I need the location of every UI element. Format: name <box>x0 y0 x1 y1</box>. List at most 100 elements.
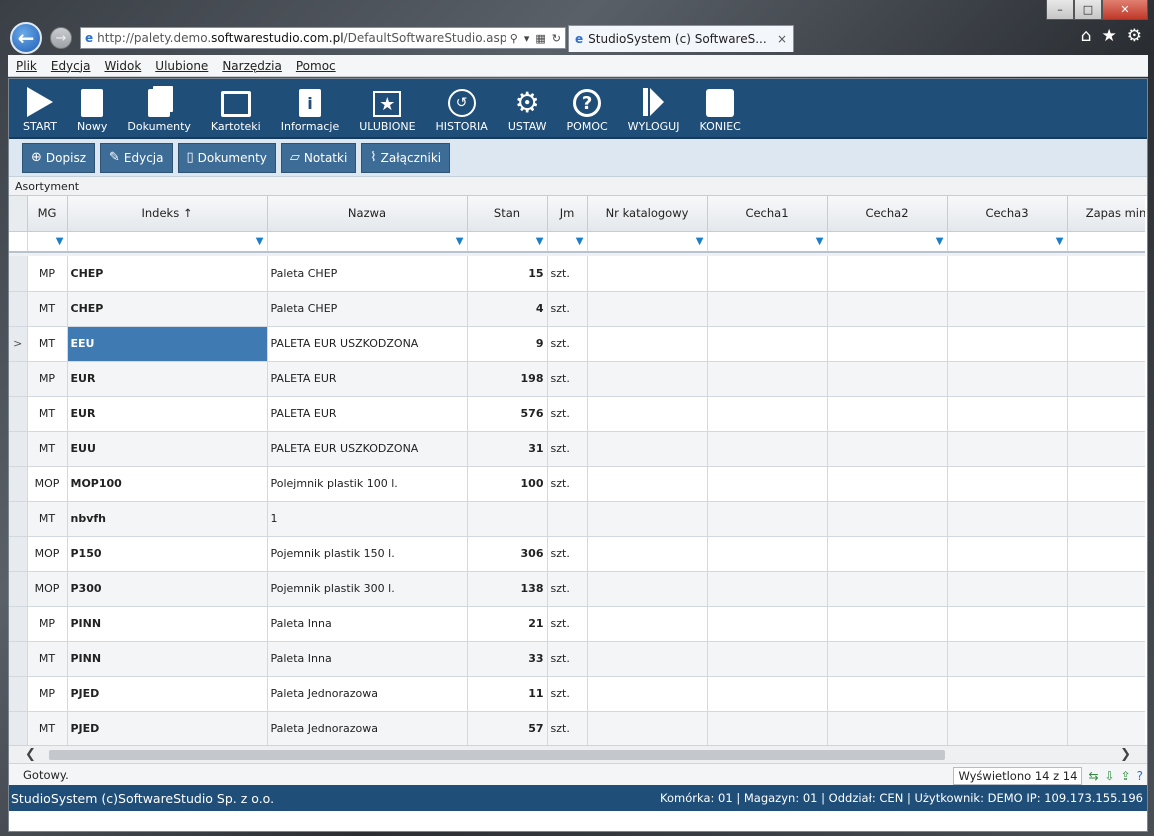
cell-cecha2[interactable] <box>827 466 948 502</box>
cell-indeks[interactable]: nbvfh <box>67 501 268 537</box>
toolbar-historia-button[interactable]: ↺ HISTORIA <box>426 79 498 137</box>
cell-cecha1[interactable] <box>707 571 828 607</box>
toolbar-koniec-button[interactable]: KONIEC <box>689 79 750 137</box>
dropdown-icon[interactable]: ▾ <box>524 32 530 45</box>
cell-cecha3[interactable] <box>947 641 1068 677</box>
back-button[interactable]: ← <box>10 22 42 54</box>
cell-zapas-min[interactable] <box>1067 466 1145 502</box>
cell-cecha1[interactable] <box>707 501 828 537</box>
cell-nazwa[interactable]: PALETA EUR USZKODZONA <box>267 431 468 467</box>
filter-cell[interactable]: ▼ <box>27 231 68 253</box>
cell-nazwa[interactable]: Pojemnik plastik 300 l. <box>267 571 468 607</box>
tab-close-icon[interactable]: × <box>777 32 787 46</box>
cell-cecha2[interactable] <box>827 606 948 642</box>
cell-jm[interactable]: szt. <box>547 361 588 397</box>
toolbar-dokumenty-button[interactable]: Dokumenty <box>117 79 200 137</box>
cell-nazwa[interactable]: Paleta CHEP <box>267 291 468 327</box>
column-header-mg[interactable]: MG <box>27 196 68 232</box>
row-selector[interactable] <box>9 641 28 677</box>
row-selector[interactable] <box>9 676 28 712</box>
column-header-nr-katalogowy[interactable]: Nr katalogowy <box>587 196 708 232</box>
filter-cell[interactable]: ▼ <box>267 231 468 253</box>
row-selector[interactable] <box>9 536 28 572</box>
row-selector[interactable] <box>9 466 28 502</box>
maximize-button[interactable]: □ <box>1074 0 1102 20</box>
cell-nr-katalogowy[interactable] <box>587 466 708 502</box>
table-row[interactable]: MT EUU PALETA EUR USZKODZONA 31 szt. <box>9 431 1145 467</box>
cell-nazwa[interactable]: Pojemnik plastik 150 l. <box>267 536 468 572</box>
zalaczniki-button[interactable]: ⌇ Załączniki <box>361 142 451 173</box>
cell-zapas-min[interactable] <box>1067 361 1145 397</box>
cell-cecha2[interactable] <box>827 501 948 537</box>
cell-stan[interactable]: 576 <box>467 396 548 432</box>
cell-zapas-min[interactable] <box>1067 641 1145 677</box>
row-selector[interactable]: > <box>9 326 28 362</box>
row-selector[interactable] <box>9 711 28 745</box>
cell-stan[interactable]: 11 <box>467 676 548 712</box>
table-row[interactable]: MP EUR PALETA EUR 198 szt. <box>9 361 1145 397</box>
help-small-icon[interactable]: ? <box>1137 769 1143 783</box>
filter-cell[interactable]: ▼ <box>947 231 1068 253</box>
table-row[interactable]: > MT EEU PALETA EUR USZKODZONA 9 szt. <box>9 326 1145 362</box>
toolbar-pomoc-button[interactable]: ? POMOC <box>557 79 618 137</box>
cell-indeks[interactable]: PJED <box>67 711 268 745</box>
cell-cecha3[interactable] <box>947 676 1068 712</box>
refresh-arrows-icon[interactable]: ⇆ <box>1088 769 1098 783</box>
toolbar-ustaw-button[interactable]: ⚙ USTAW <box>498 79 557 137</box>
horizontal-scrollbar[interactable]: ❮ ❯ <box>9 745 1147 763</box>
cell-zapas-min[interactable] <box>1067 431 1145 467</box>
cell-jm[interactable] <box>547 501 588 537</box>
favorites-icon[interactable]: ★ <box>1102 26 1117 46</box>
row-selector[interactable] <box>9 571 28 607</box>
column-header-nazwa[interactable]: Nazwa <box>267 196 468 232</box>
address-bar[interactable]: e http://palety.demo.softwarestudio.com.… <box>80 27 566 49</box>
toolbar-start-button[interactable]: START <box>13 79 67 137</box>
cell-zapas-min[interactable] <box>1067 536 1145 572</box>
filter-cell[interactable]: ▼ <box>587 231 708 253</box>
refresh-icon[interactable]: ↻ <box>552 32 561 45</box>
cell-cecha3[interactable] <box>947 291 1068 327</box>
filter-icon[interactable]: ▼ <box>936 236 944 247</box>
filter-icon[interactable]: ▼ <box>56 236 64 247</box>
cell-cecha3[interactable] <box>947 571 1068 607</box>
toolbar-informacje-button[interactable]: i Informacje <box>271 79 349 137</box>
cell-cecha2[interactable] <box>827 361 948 397</box>
cell-indeks[interactable]: EUR <box>67 361 268 397</box>
scroll-right-icon[interactable]: ❯ <box>1120 747 1131 762</box>
toolbar-nowy-button[interactable]: Nowy <box>67 79 117 137</box>
cell-indeks[interactable]: EUR <box>67 396 268 432</box>
cell-indeks[interactable]: PINN <box>67 641 268 677</box>
cell-nazwa[interactable]: Paleta Inna <box>267 641 468 677</box>
cell-nazwa[interactable]: Paleta CHEP <box>267 256 468 292</box>
cell-jm[interactable]: szt. <box>547 326 588 362</box>
dopisz-button[interactable]: ⊕ Dopisz <box>22 142 95 173</box>
toolbar-wyloguj-button[interactable]: WYLOGUJ <box>618 79 690 137</box>
cell-nr-katalogowy[interactable] <box>587 676 708 712</box>
cell-cecha3[interactable] <box>947 361 1068 397</box>
cell-nazwa[interactable]: PALETA EUR <box>267 396 468 432</box>
cell-nr-katalogowy[interactable] <box>587 431 708 467</box>
cell-indeks[interactable]: P300 <box>67 571 268 607</box>
cell-cecha1[interactable] <box>707 326 828 362</box>
cell-jm[interactable]: szt. <box>547 571 588 607</box>
cell-stan[interactable]: 33 <box>467 641 548 677</box>
cell-mg[interactable]: MT <box>27 501 68 537</box>
cell-cecha1[interactable] <box>707 536 828 572</box>
cell-nr-katalogowy[interactable] <box>587 326 708 362</box>
column-header-cecha2[interactable]: Cecha2 <box>827 196 948 232</box>
cell-zapas-min[interactable] <box>1067 711 1145 745</box>
cell-cecha3[interactable] <box>947 711 1068 745</box>
cell-zapas-min[interactable] <box>1067 326 1145 362</box>
scrollbar-thumb[interactable] <box>49 750 945 760</box>
row-selector[interactable] <box>9 606 28 642</box>
cell-mg[interactable]: MOP <box>27 571 68 607</box>
menu-ulubione[interactable]: Ulubione <box>155 59 208 73</box>
row-selector[interactable] <box>9 291 28 327</box>
cell-indeks[interactable]: EEU <box>67 326 268 362</box>
cell-stan[interactable]: 100 <box>467 466 548 502</box>
cell-nazwa[interactable]: Paleta Jednorazowa <box>267 711 468 745</box>
filter-cell[interactable]: ▼ <box>547 231 588 253</box>
cell-zapas-min[interactable] <box>1067 256 1145 292</box>
cell-stan[interactable]: 138 <box>467 571 548 607</box>
cell-cecha2[interactable] <box>827 256 948 292</box>
